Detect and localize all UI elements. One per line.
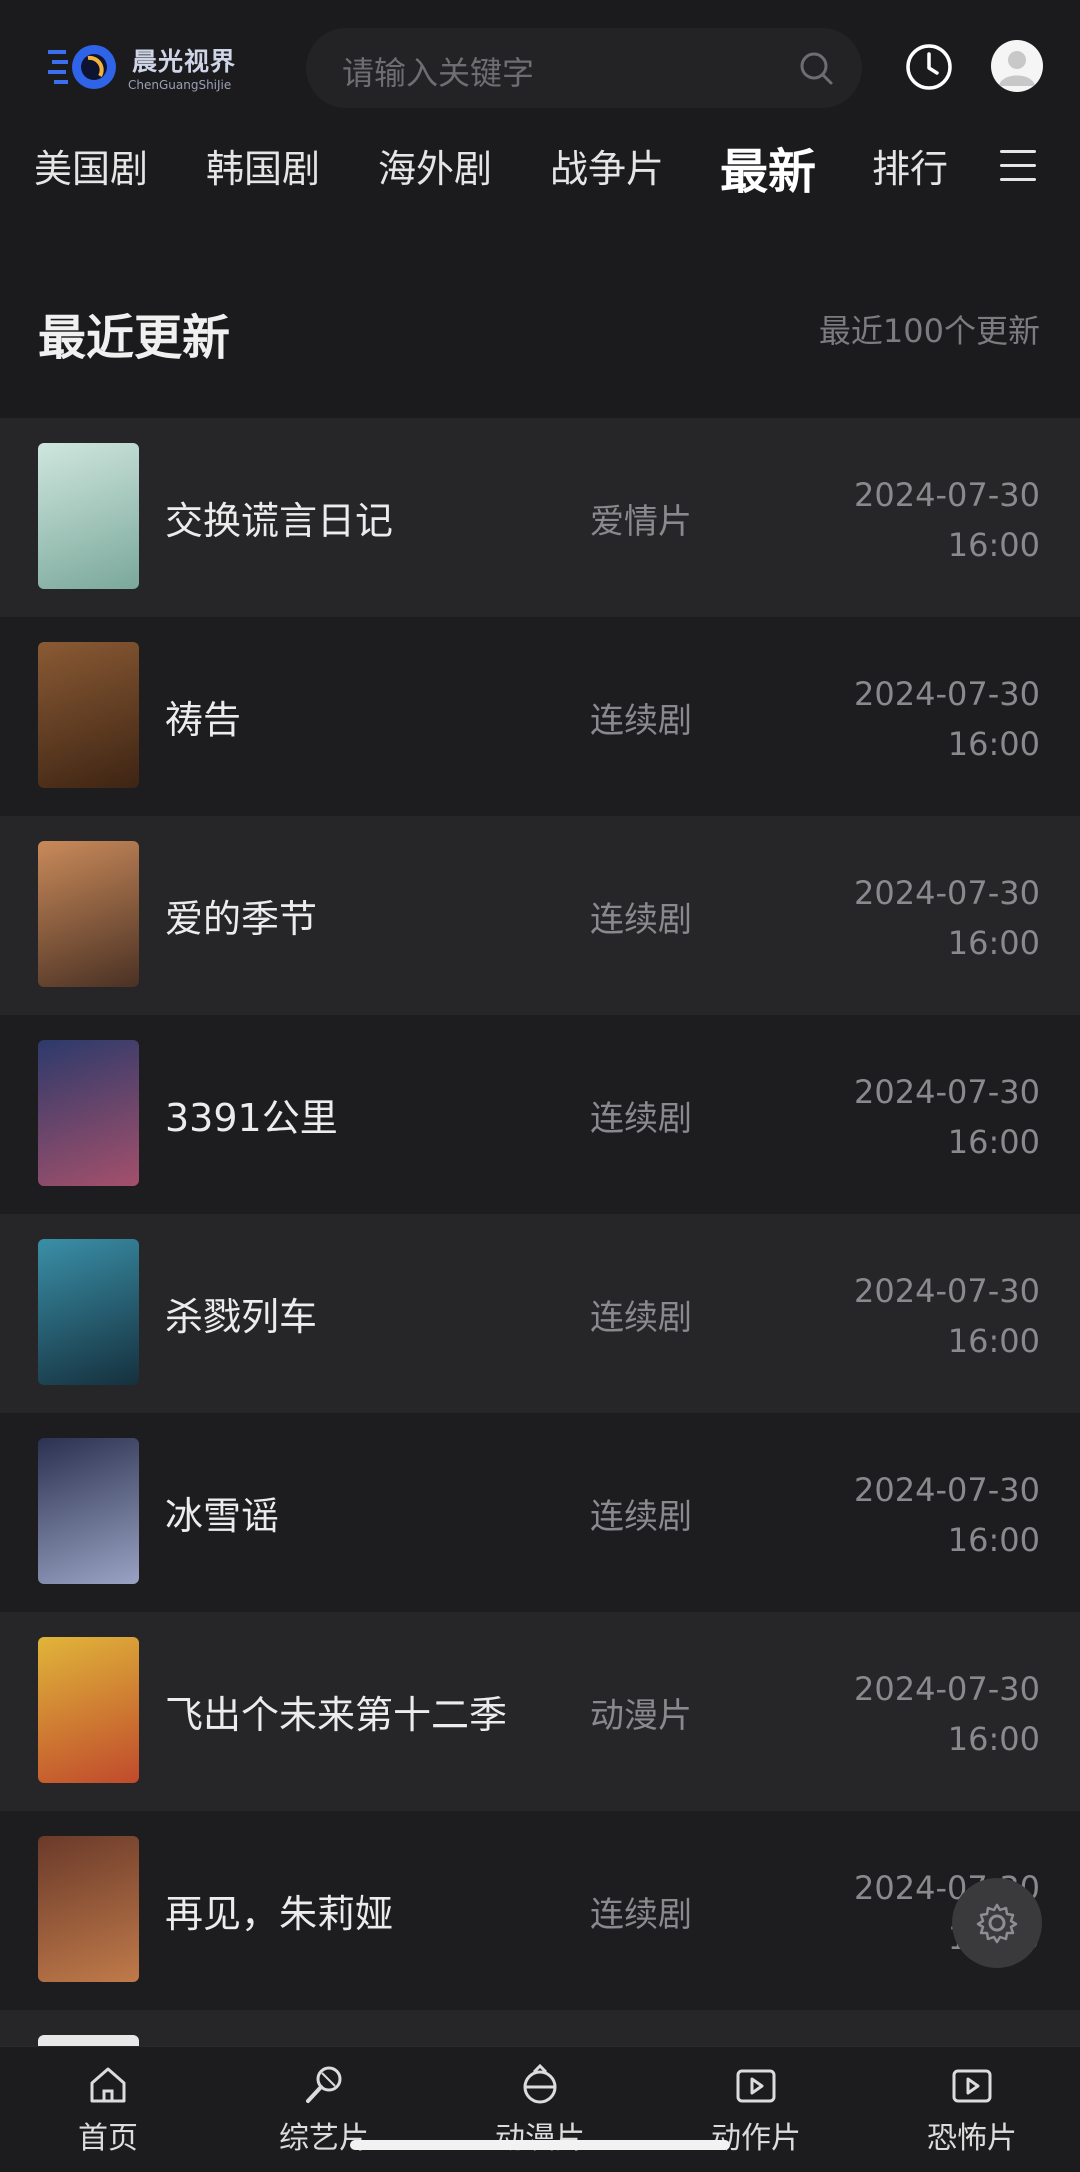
item-title: 飞出个未来第十二季 [165, 1693, 508, 1737]
item-title: 爱的季节 [165, 897, 318, 941]
poster-image [38, 642, 139, 788]
category-overseas-drama[interactable]: 海外剧 [378, 138, 492, 193]
logo-text: 晨光视界 [132, 47, 237, 76]
search-input[interactable]: 请输入关键字 [306, 28, 862, 108]
item-date: 2024-07-30 16:00 [854, 1664, 1040, 1764]
list-item[interactable] [0, 2010, 1080, 2046]
item-date-time: 16:00 [947, 526, 1040, 564]
poster-image [38, 1239, 139, 1385]
item-genre: 连续剧 [590, 1298, 692, 1338]
history-icon[interactable] [904, 42, 954, 92]
item-date-day: 2024-07-30 [854, 476, 1040, 514]
tab-label: 恐怖片 [927, 2121, 1017, 2156]
category-war-film[interactable]: 战争片 [550, 138, 664, 193]
list-item[interactable]: 祷告 连续剧 2024-07-30 16:00 [0, 617, 1080, 816]
item-title: 祷告 [165, 698, 242, 742]
item-date-day: 2024-07-30 [854, 1670, 1040, 1708]
anime-icon [523, 2063, 557, 2104]
home-icon [90, 2067, 126, 2103]
item-date-day: 2024-07-30 [854, 1272, 1040, 1310]
item-title: 3391公里 [165, 1096, 338, 1140]
update-list: 交换谎言日记 爱情片 2024-07-30 16:00 祷告 连续剧 2024-0… [0, 418, 1080, 2046]
item-title: 杀戮列车 [165, 1295, 318, 1339]
item-date: 2024-07-30 16:00 [854, 1465, 1040, 1565]
poster-image [38, 1438, 139, 1584]
item-date-day: 2024-07-30 [854, 1073, 1040, 1111]
logo-icon [48, 45, 116, 89]
home-indicator [350, 2140, 730, 2150]
item-genre: 动漫片 [590, 1696, 692, 1736]
category-korean-drama[interactable]: 韩国剧 [206, 138, 320, 193]
item-date: 2024-07-30 16:00 [854, 470, 1040, 570]
bottom-tab-bar: 首页 综艺片 动漫片 动作片 恐怖片 [0, 2046, 1080, 2172]
tab-home[interactable]: 首页 [28, 2061, 188, 2157]
poster-image [38, 1836, 139, 1982]
video-icon [952, 2069, 992, 2103]
avatar[interactable] [991, 40, 1043, 92]
item-genre: 连续剧 [590, 1895, 692, 1935]
item-genre: 连续剧 [590, 900, 692, 940]
category-nav: 美国剧 韩国剧 海外剧 战争片 最新 排行 [0, 138, 1080, 204]
logo-subtext: ChenGuangShiJie [128, 78, 232, 92]
section-header: 最近更新 最近100个更新 [0, 220, 1080, 420]
tab-label: 综艺片 [279, 2121, 369, 2156]
item-date: 2024-07-30 16:00 [854, 669, 1040, 769]
item-date-time: 16:00 [947, 924, 1040, 962]
list-item[interactable]: 爱的季节 连续剧 2024-07-30 16:00 [0, 816, 1080, 1015]
item-date: 2024-07-30 16:00 [854, 1067, 1040, 1167]
section-title: 最近更新 [38, 310, 231, 366]
poster-image [38, 2035, 139, 2046]
item-genre: 连续剧 [590, 1099, 692, 1139]
item-date-day: 2024-07-30 [854, 1471, 1040, 1509]
item-date-time: 16:00 [947, 1720, 1040, 1758]
list-item[interactable]: 飞出个未来第十二季 动漫片 2024-07-30 16:00 [0, 1612, 1080, 1811]
menu-icon[interactable] [1000, 150, 1036, 182]
tab-label: 首页 [78, 2121, 138, 2156]
video-icon [736, 2069, 776, 2103]
item-date-time: 16:00 [947, 725, 1040, 763]
item-date-day: 2024-07-30 [854, 675, 1040, 713]
category-us-drama[interactable]: 美国剧 [34, 138, 148, 193]
search-placeholder: 请输入关键字 [342, 54, 535, 92]
category-ranking[interactable]: 排行 [872, 138, 948, 193]
tab-horror[interactable]: 恐怖片 [892, 2061, 1052, 2157]
category-latest[interactable]: 最新 [720, 132, 816, 202]
item-date-day: 2024-07-30 [854, 874, 1040, 912]
poster-image [38, 1040, 139, 1186]
list-item[interactable]: 交换谎言日记 爱情片 2024-07-30 16:00 [0, 418, 1080, 617]
section-note: 最近100个更新 [818, 312, 1040, 350]
microphone-icon [306, 2066, 342, 2103]
list-item[interactable]: 再见，朱莉娅 连续剧 2024-07-3016:00 [0, 1811, 1080, 2010]
item-genre: 连续剧 [590, 701, 692, 741]
tab-label: 动作片 [711, 2121, 801, 2156]
list-item[interactable]: 3391公里 连续剧 2024-07-30 16:00 [0, 1015, 1080, 1214]
item-genre: 爱情片 [590, 502, 692, 542]
item-date: 2024-07-30 16:00 [854, 868, 1040, 968]
poster-image [38, 443, 139, 589]
user-icon [999, 51, 1035, 86]
item-title: 再见，朱莉娅 [165, 1892, 394, 1936]
poster-image [38, 1637, 139, 1783]
item-genre: 连续剧 [590, 1497, 692, 1537]
item-date: 2024-07-30 16:00 [854, 1266, 1040, 1366]
list-item[interactable]: 冰雪谣 连续剧 2024-07-30 16:00 [0, 1413, 1080, 1612]
app-logo[interactable]: 晨光视界 ChenGuangShiJie [48, 36, 258, 98]
item-date-time: 16:00 [947, 1123, 1040, 1161]
list-item[interactable]: 杀戮列车 连续剧 2024-07-30 16:00 [0, 1214, 1080, 1413]
item-title: 冰雪谣 [165, 1494, 280, 1538]
item-title: 交换谎言日记 [165, 499, 394, 543]
poster-image [38, 841, 139, 987]
tab-label: 动漫片 [495, 2121, 585, 2156]
item-date-time: 16:00 [947, 1521, 1040, 1559]
settings-button[interactable] [952, 1878, 1042, 1968]
item-date-time: 16:00 [947, 1322, 1040, 1360]
search-icon[interactable] [796, 48, 836, 88]
gear-icon [976, 1903, 1018, 1944]
app-header: 晨光视界 ChenGuangShiJie 请输入关键字 美国剧 韩国剧 海外剧 … [0, 0, 1080, 220]
